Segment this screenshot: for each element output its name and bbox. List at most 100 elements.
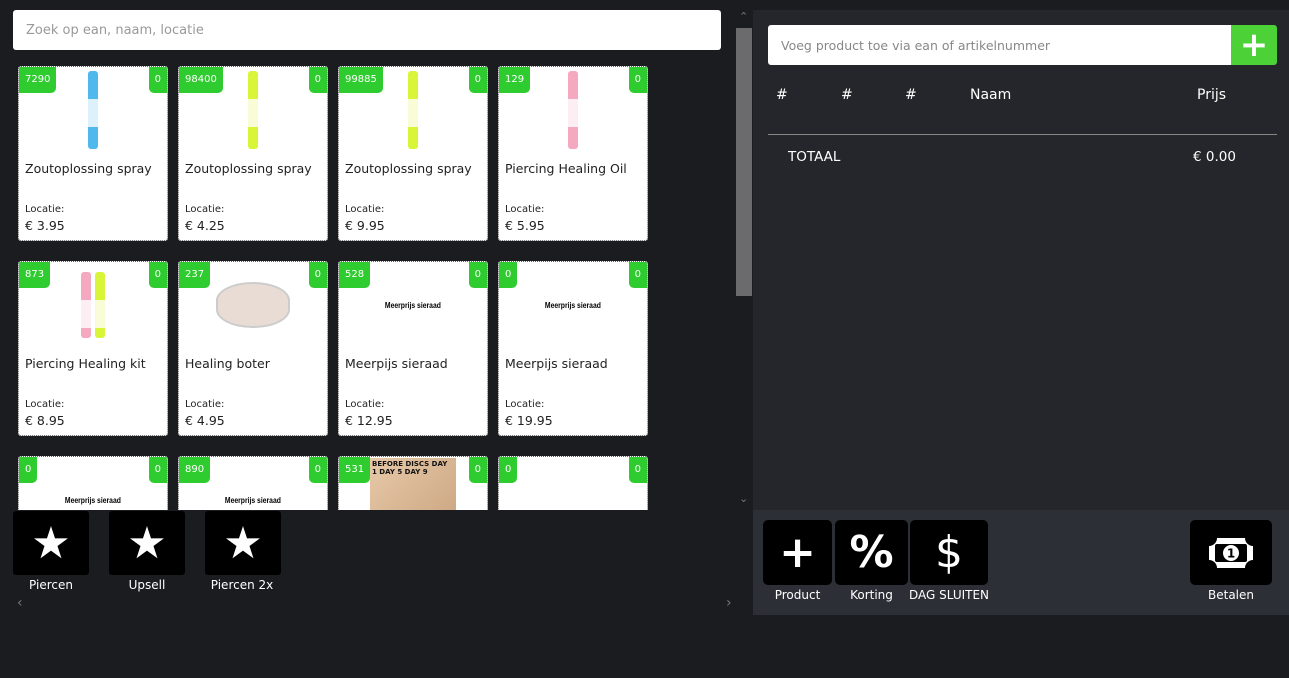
product-image xyxy=(248,71,258,149)
product-name: Meerpijs sieraad xyxy=(505,356,608,371)
column-header: # xyxy=(776,87,788,103)
money-bill-icon: 1 xyxy=(1209,537,1253,568)
product-location: Locatie: xyxy=(345,204,385,215)
product-card[interactable]: BEFORE DISCS DAY 1 DAY 5 DAY 9 531 0 xyxy=(338,456,488,510)
product-image: Meerprijs sieraad xyxy=(65,495,121,505)
product-card[interactable]: 99885 0 Zoutoplossing spray Locatie: € 9… xyxy=(338,66,488,241)
favorite-piercen-2x-button[interactable]: ★ xyxy=(205,511,281,575)
scrollbar-thumb[interactable] xyxy=(736,28,752,296)
dollar-icon: $ xyxy=(935,527,963,578)
product-card[interactable]: Meerprijs sieraad 890 0 xyxy=(178,456,328,510)
product-price: € 4.25 xyxy=(185,218,225,233)
vertical-scrollbar[interactable]: ⌃ ⌄ xyxy=(736,10,752,510)
action-label: Product xyxy=(774,588,821,602)
stock-badge: 0 xyxy=(468,67,487,93)
stock-badge: 0 xyxy=(468,262,487,288)
add-product-button[interactable]: + xyxy=(1231,25,1277,65)
product-location: Locatie: xyxy=(185,204,225,215)
action-bar: + Product % Korting $ DAG SLUITEN 1 Beta… xyxy=(753,510,1289,615)
product-code-badge: 0 xyxy=(19,457,38,483)
product-location: Locatie: xyxy=(345,399,385,410)
product-card[interactable]: 873 0 Piercing Healing kit Locatie: € 8.… xyxy=(18,261,168,436)
add-product-input[interactable]: Voeg product toe via ean of artikelnumme… xyxy=(768,25,1231,65)
stock-badge: 0 xyxy=(308,262,327,288)
scroll-up-icon[interactable]: ⌃ xyxy=(739,10,748,23)
product-location: Locatie: xyxy=(25,399,65,410)
add-product-placeholder: Voeg product toe via ean of artikelnumme… xyxy=(781,37,1051,53)
stock-badge: 0 xyxy=(148,67,167,93)
search-placeholder: Zoek op ean, naam, locatie xyxy=(26,22,204,38)
dag-sluiten-button[interactable]: $ xyxy=(910,520,988,585)
product-price: € 4.95 xyxy=(185,413,225,428)
favorite-label: Piercen xyxy=(29,578,73,592)
product-grid: 7290 0 Zoutoplossing spray Locatie: € 3.… xyxy=(0,60,735,510)
favorite-label: Piercen 2x xyxy=(210,578,274,592)
product-card[interactable]: 98400 0 Zoutoplossing spray Locatie: € 4… xyxy=(178,66,328,241)
product-card[interactable]: Meerprijs sieraad 0 0 Meerpijs sieraad L… xyxy=(498,261,648,436)
product-image xyxy=(408,71,418,149)
percent-icon: % xyxy=(849,527,894,578)
cart-panel: Voeg product toe via ean of artikelnumme… xyxy=(753,10,1289,510)
stock-badge: 0 xyxy=(628,457,647,483)
plus-icon: + xyxy=(779,527,816,578)
product-code-badge: 531 xyxy=(339,457,371,483)
divider xyxy=(768,134,1277,135)
product-image: Meerprijs sieraad xyxy=(385,300,441,310)
product-price: € 5.95 xyxy=(505,218,545,233)
product-name: Meerpijs sieraad xyxy=(345,356,448,371)
total-value: € 0.00 xyxy=(1193,149,1236,165)
add-product-action-button[interactable]: + xyxy=(763,520,832,585)
star-icon: ★ xyxy=(127,517,167,569)
stock-badge: 0 xyxy=(628,262,647,288)
column-header-naam: Naam xyxy=(970,87,1012,103)
product-name: Zoutoplossing spray xyxy=(345,161,472,176)
product-name: Zoutoplossing spray xyxy=(185,161,312,176)
stock-badge: 0 xyxy=(308,457,327,483)
column-header-prijs: Prijs xyxy=(1197,87,1227,103)
product-price: € 8.95 xyxy=(25,413,65,428)
product-code-badge: 98400 xyxy=(179,67,223,93)
product-location: Locatie: xyxy=(505,399,545,410)
product-code-badge: 99885 xyxy=(339,67,383,93)
betalen-button[interactable]: 1 xyxy=(1190,520,1272,585)
korting-button[interactable]: % xyxy=(835,520,908,585)
product-card[interactable]: 237 0 Healing boter Locatie: € 4.95 xyxy=(178,261,328,436)
product-price: € 12.95 xyxy=(345,413,393,428)
scroll-left-icon[interactable]: ‹ xyxy=(17,595,23,611)
product-card[interactable]: 129 0 Piercing Healing Oil Locatie: € 5.… xyxy=(498,66,648,241)
stock-badge: 0 xyxy=(148,457,167,483)
product-image xyxy=(88,71,98,149)
product-location: Locatie: xyxy=(25,204,65,215)
product-code-badge: 873 xyxy=(19,262,51,288)
product-price: € 9.95 xyxy=(345,218,385,233)
action-label: Korting xyxy=(850,588,893,602)
product-price: € 19.95 xyxy=(505,413,553,428)
scroll-right-icon[interactable]: › xyxy=(726,595,732,611)
product-code-badge: 0 xyxy=(499,457,518,483)
stock-badge: 0 xyxy=(308,67,327,93)
product-card[interactable]: Vervangen van piercing 0 0 xyxy=(498,456,648,510)
product-card[interactable]: Meerprijs sieraad 528 0 Meerpijs sieraad… xyxy=(338,261,488,436)
favorite-piercen-button[interactable]: ★ xyxy=(13,511,89,575)
product-code-badge: 0 xyxy=(499,262,518,288)
product-location: Locatie: xyxy=(185,399,225,410)
product-code-badge: 7290 xyxy=(19,67,57,93)
product-image xyxy=(568,71,578,149)
product-image: BEFORE DISCS DAY 1 DAY 5 DAY 9 xyxy=(370,458,456,510)
scroll-down-icon[interactable]: ⌄ xyxy=(739,492,748,505)
star-icon: ★ xyxy=(223,517,263,569)
product-name: Healing boter xyxy=(185,356,270,371)
product-name: Piercing Healing Oil xyxy=(505,161,627,176)
column-header: # xyxy=(841,87,853,103)
favorite-upsell-button[interactable]: ★ xyxy=(109,511,185,575)
star-icon: ★ xyxy=(31,517,71,569)
product-price: € 3.95 xyxy=(25,218,65,233)
product-code-badge: 237 xyxy=(179,262,211,288)
product-code-badge: 129 xyxy=(499,67,531,93)
product-card[interactable]: 7290 0 Zoutoplossing spray Locatie: € 3.… xyxy=(18,66,168,241)
action-label: Betalen xyxy=(1208,588,1254,602)
product-card[interactable]: Meerprijs sieraad 0 0 xyxy=(18,456,168,510)
product-code-badge: 890 xyxy=(179,457,211,483)
search-input[interactable]: Zoek op ean, naam, locatie xyxy=(13,10,721,50)
svg-text:1: 1 xyxy=(1227,546,1235,560)
